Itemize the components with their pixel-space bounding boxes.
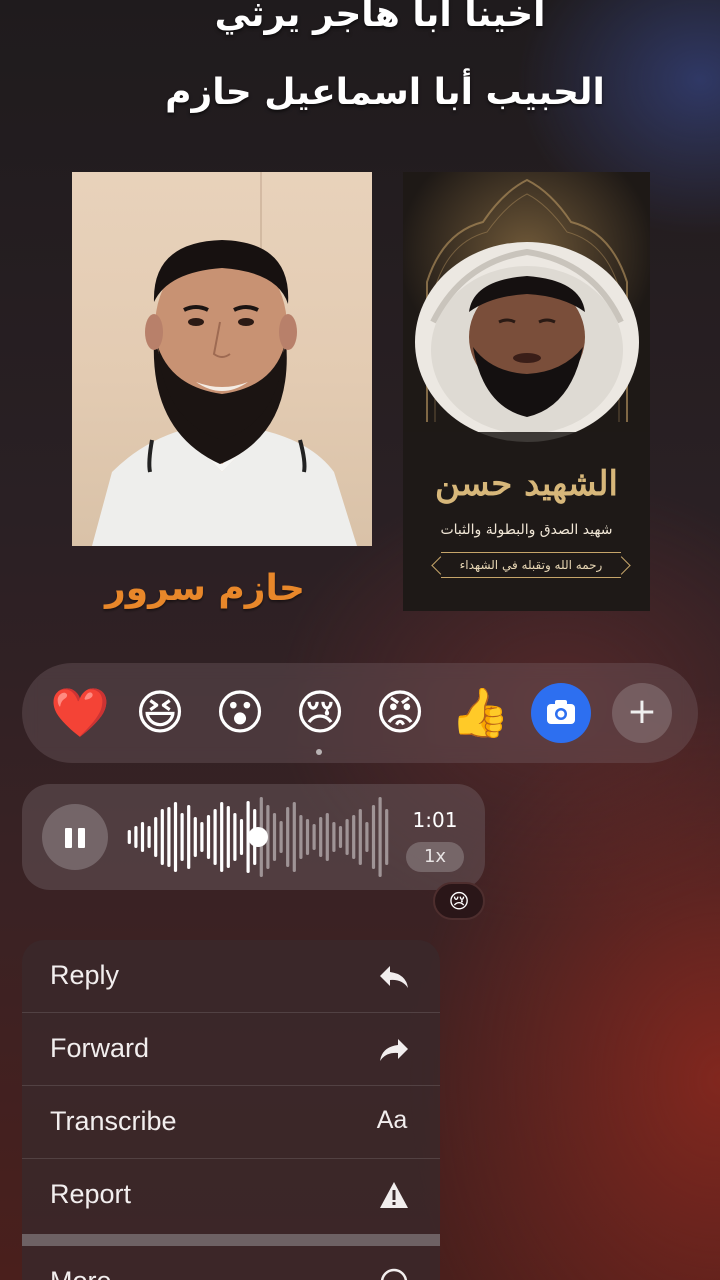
waveform-bar <box>365 822 369 852</box>
waveform-bar <box>160 809 164 865</box>
playback-speed-button[interactable]: 1x <box>406 842 464 872</box>
waveform-bar <box>200 822 204 852</box>
message-reaction-badge[interactable]: 😢 <box>433 882 485 920</box>
waveform-bar <box>233 813 237 861</box>
menu-forward-label: Forward <box>50 1033 150 1063</box>
reaction-sad[interactable]: 😢 <box>290 683 350 743</box>
transcribe-icon: Aa <box>376 1106 408 1134</box>
portrait-photo[interactable] <box>72 172 372 546</box>
pause-icon <box>65 828 72 848</box>
waveform-bar <box>312 824 316 850</box>
reaction-heart[interactable]: ❤️ <box>50 683 110 743</box>
portrait-figure <box>92 240 357 546</box>
menu-transcribe[interactable]: Transcribe Aa <box>22 1086 440 1159</box>
poster-figure <box>403 178 650 611</box>
reaction-laugh[interactable]: 😆 <box>130 683 190 743</box>
menu-transcribe-label: Transcribe <box>50 1106 177 1136</box>
camera-button[interactable] <box>531 683 591 743</box>
menu-separator <box>22 1234 440 1246</box>
header-line-1: أخينا أبا هاجر يرثي <box>214 0 546 35</box>
poster-title: الشهيد حسن <box>435 464 618 504</box>
forward-icon <box>376 1031 412 1067</box>
waveform-bar <box>134 826 138 848</box>
waveform-bar <box>180 813 184 861</box>
camera-icon <box>547 700 575 724</box>
poster-tagline: رحمه الله وتقبله في الشهداء <box>441 552 621 578</box>
waveform-bar <box>371 805 376 869</box>
waveform-bar <box>187 805 191 869</box>
waveform-bar <box>127 830 131 844</box>
reaction-wow[interactable]: 😮 <box>210 683 270 743</box>
waveform-bar <box>358 809 362 865</box>
waveform-bar <box>305 819 310 855</box>
waveform-bar <box>325 813 329 861</box>
waveform-bar <box>173 802 178 872</box>
menu-reply-label: Reply <box>50 960 120 990</box>
reply-icon <box>376 958 412 994</box>
waveform-bar <box>226 806 230 868</box>
waveform-bar <box>319 817 323 857</box>
waveform-bar <box>140 822 145 852</box>
waveform-bar <box>193 817 197 857</box>
poster-subtitle: شهيد الصدق والبطولة والثبات <box>440 522 613 538</box>
menu-reply[interactable]: Reply <box>22 940 440 1013</box>
martyr-poster[interactable]: الشهيد حسن شهيد الصدق والبطولة والثبات ر… <box>403 172 650 611</box>
waveform-bar <box>286 807 290 867</box>
voice-duration: 1:01 <box>412 808 458 832</box>
waveform-bar <box>279 821 283 853</box>
waveform-bar <box>272 813 277 861</box>
waveform-bar <box>299 815 303 859</box>
header-line-2: الحبيب أبا اسماعيل حازم <box>165 72 605 113</box>
waveform-bar <box>292 802 296 872</box>
pause-button[interactable] <box>42 804 108 870</box>
menu-more[interactable]: More <box>22 1246 440 1280</box>
selected-reaction-indicator <box>316 749 322 755</box>
report-icon <box>376 1177 412 1213</box>
waveform-bar <box>220 802 224 872</box>
menu-more-label: More <box>50 1266 112 1280</box>
waveform-bar <box>239 819 244 855</box>
waveform-bar <box>338 826 343 848</box>
menu-forward[interactable]: Forward <box>22 1013 440 1086</box>
reaction-like[interactable]: 👍 <box>450 683 510 743</box>
waveform-bar <box>154 817 158 857</box>
more-icon <box>376 1264 412 1280</box>
waveform-bar <box>352 815 356 859</box>
more-reactions-button[interactable]: + <box>612 683 672 743</box>
reaction-picker <box>22 663 698 763</box>
waveform-bar <box>167 807 171 867</box>
portrait-caption: حازم سرور <box>104 568 305 609</box>
menu-report-label: Report <box>50 1179 132 1209</box>
waveform-bar <box>332 822 336 852</box>
waveform-bar <box>378 797 382 877</box>
waveform-bar <box>213 809 217 865</box>
waveform-bar <box>206 815 211 859</box>
waveform-bar <box>385 809 389 865</box>
menu-report[interactable]: Report <box>22 1159 440 1232</box>
reaction-angry[interactable]: 😡 <box>370 683 430 743</box>
audio-waveform[interactable] <box>126 795 390 879</box>
context-menu: Reply Forward Transcribe Aa Report More <box>22 940 440 1280</box>
waveform-bar <box>147 826 151 848</box>
playback-scrubber[interactable] <box>248 827 268 847</box>
waveform-bar <box>345 819 349 855</box>
